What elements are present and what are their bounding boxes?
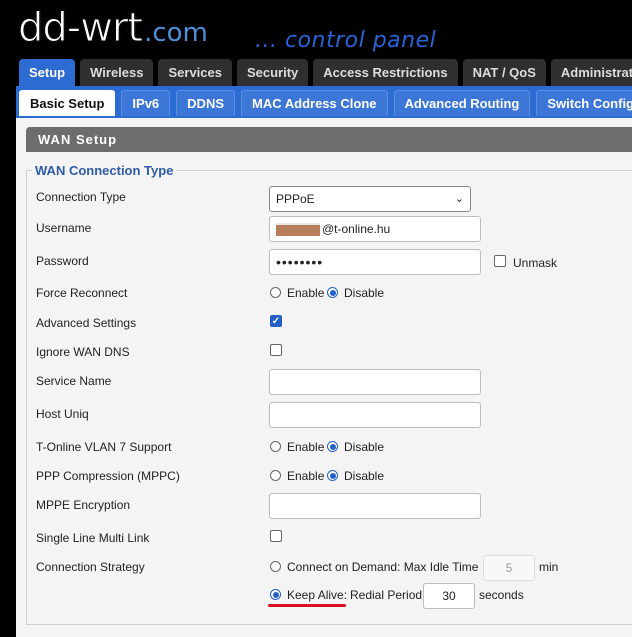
mppe-encryption-input[interactable] [269, 493, 481, 519]
tab-administration[interactable]: Administrati [550, 59, 632, 86]
tab-nat-qos[interactable]: NAT / QoS [462, 59, 546, 86]
force-reconnect-enable-label: Enable [287, 286, 325, 300]
force-reconnect-enable-radio[interactable] [270, 287, 281, 298]
keep-alive-radio[interactable] [270, 589, 281, 600]
connection-type-select[interactable]: PPPoE ⌄ [269, 186, 471, 212]
username-label: Username [36, 221, 92, 235]
redial-period-label: Redial Period [350, 588, 423, 602]
subtab-ipv6[interactable]: IPv6 [121, 90, 171, 116]
redial-unit-label: seconds [479, 588, 524, 602]
main-tab-bar: Setup Wireless Services Security Access Rest… [19, 59, 632, 86]
ppp-compression-enable-label: Enable [287, 469, 325, 483]
redacted-block [276, 223, 320, 237]
username-input[interactable]: @t-online.hu [269, 216, 481, 242]
tonline-vlan7-disable-radio[interactable] [327, 441, 338, 452]
connection-strategy-label: Connection Strategy [36, 560, 145, 574]
username-value: @t-online.hu [322, 222, 391, 236]
connection-type-value: PPPoE [276, 192, 315, 206]
tab-wireless[interactable]: Wireless [80, 59, 154, 86]
ppp-compression-disable-label: Disable [344, 469, 385, 483]
subtab-advanced-routing[interactable]: Advanced Routing [393, 90, 531, 116]
tab-setup[interactable]: Setup [19, 59, 76, 86]
connect-on-demand-radio[interactable] [270, 561, 281, 572]
connection-type-label: Connection Type [36, 190, 126, 204]
chevron-down-icon: ⌄ [454, 193, 464, 205]
unmask-checkbox[interactable] [494, 255, 506, 267]
section-title: WAN Setup [26, 127, 632, 152]
highlight-underline [268, 604, 346, 607]
keep-alive-label: Keep Alive: [287, 588, 348, 602]
subtab-list: Basic Setup IPv6 DDNS MAC Address Clone Adva… [19, 90, 632, 116]
idle-unit-label: min [539, 560, 559, 574]
tab-access-restrictions[interactable]: Access Restrictions [313, 59, 458, 86]
unmask-label: Unmask [513, 256, 558, 270]
force-reconnect-disable-label: Disable [344, 286, 385, 300]
max-idle-time-input[interactable]: 5 [483, 555, 535, 581]
tagline: ... control panel [255, 28, 437, 53]
logo-main-text: dd-wrt [17, 5, 143, 51]
ddwrt-logo: dd-wrt.com [17, 5, 208, 51]
subtab-basic-setup[interactable]: Basic Setup [19, 90, 116, 116]
subtab-ddns[interactable]: DDNS [176, 90, 236, 116]
advanced-settings-label: Advanced Settings [36, 316, 137, 330]
service-name-label: Service Name [36, 374, 112, 388]
ppp-compression-enable-radio[interactable] [270, 470, 281, 481]
ignore-wan-dns-label: Ignore WAN DNS [36, 345, 130, 359]
single-line-multilink-checkbox[interactable] [270, 530, 282, 542]
tab-services[interactable]: Services [158, 59, 232, 86]
mppe-encryption-label: MPPE Encryption [36, 498, 131, 512]
tonline-vlan7-enable-label: Enable [287, 440, 325, 454]
tab-security[interactable]: Security [236, 59, 309, 86]
fieldset-legend: WAN Connection Type [32, 163, 177, 178]
ppp-compression-disable-radio[interactable] [327, 470, 338, 481]
subtab-mac-address-clone[interactable]: MAC Address Clone [241, 90, 388, 116]
tonline-vlan7-enable-radio[interactable] [270, 441, 281, 452]
host-uniq-input[interactable] [269, 402, 481, 428]
host-uniq-label: Host Uniq [36, 407, 89, 421]
tonline-vlan7-disable-label: Disable [344, 440, 385, 454]
tonline-vlan7-label: T-Online VLAN 7 Support [36, 440, 172, 454]
single-line-multilink-label: Single Line Multi Link [36, 531, 150, 545]
ignore-wan-dns-checkbox[interactable] [270, 344, 282, 356]
password-input[interactable]: •••••••• [269, 249, 481, 275]
force-reconnect-disable-radio[interactable] [327, 287, 338, 298]
redial-period-input[interactable]: 30 [423, 583, 475, 609]
logo-domain-text: .com [144, 18, 208, 48]
connect-on-demand-label: Connect on Demand: Max Idle Time [287, 560, 479, 574]
password-label: Password [36, 254, 89, 268]
subtab-switch-config[interactable]: Switch Config [536, 90, 632, 116]
force-reconnect-label: Force Reconnect [36, 286, 128, 300]
service-name-input[interactable] [269, 369, 481, 395]
advanced-settings-checkbox[interactable]: ✓ [270, 315, 282, 327]
ppp-compression-label: PPP Compression (MPPC) [36, 469, 180, 483]
